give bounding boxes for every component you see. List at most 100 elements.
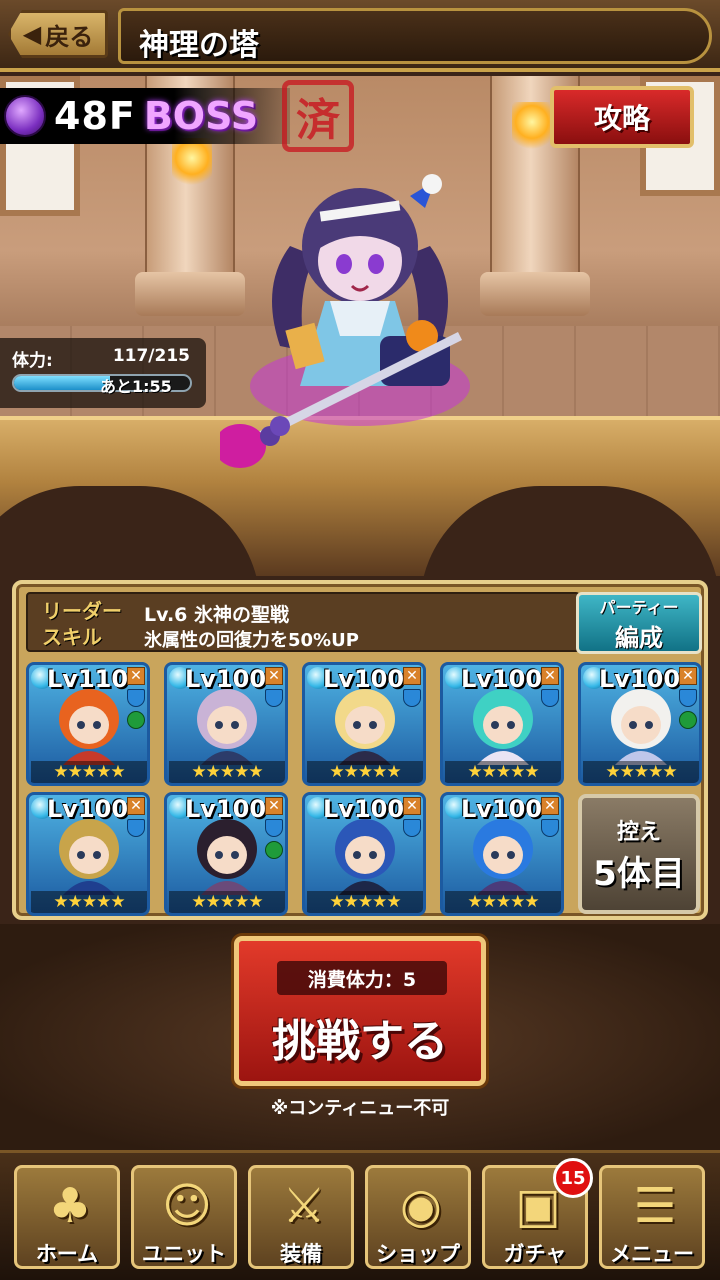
- unit-level: Lv100: [185, 795, 267, 823]
- party-edit-label-line1: パーティー: [599, 597, 679, 617]
- back-button[interactable]: ◀ 戻る: [8, 10, 108, 58]
- cleared-stamp: 済: [282, 80, 354, 152]
- leader-label-line2: スキル: [42, 625, 102, 649]
- boss-label: BOSS: [143, 94, 259, 138]
- nav-label: 装備: [280, 1242, 322, 1266]
- page-title: 神理の塔: [139, 28, 259, 63]
- leader-label-line1: リーダー: [42, 599, 122, 623]
- cross-mark-icon: ✕: [541, 667, 559, 685]
- nav-unit-button[interactable]: ☺ ユニット: [131, 1165, 237, 1269]
- unit-portrait: [59, 689, 119, 765]
- shield-icon: [541, 689, 559, 707]
- cross-mark-icon: ✕: [403, 667, 421, 685]
- gacha-notification-badge: 15: [553, 1158, 593, 1198]
- growth-icon: [679, 711, 697, 729]
- unit-level: Lv100: [323, 665, 405, 693]
- shield-icon: [127, 689, 145, 707]
- nav-menu-button[interactable]: ☰ メニュー: [599, 1165, 705, 1269]
- rarity-stars: ★★★★★: [307, 761, 423, 783]
- stamina-label: 体力:: [12, 351, 53, 371]
- unit-card[interactable]: Lv100 ✕ ★★★★★: [26, 792, 150, 916]
- unit-level: Lv100: [461, 795, 543, 823]
- unit-level: Lv110: [47, 665, 129, 693]
- header-bar: ◀ 戻る 神理の塔: [0, 0, 720, 72]
- leader-skill-label: リーダー スキル: [42, 598, 122, 650]
- cross-mark-icon: ✕: [403, 797, 421, 815]
- torch-right-icon: [512, 102, 552, 152]
- nav-equipment-button[interactable]: ⚔ 装備: [248, 1165, 354, 1269]
- shield-icon: [541, 819, 559, 837]
- rarity-stars: ★★★★★: [445, 761, 561, 783]
- nav-gacha-button[interactable]: ▣ ガチャ 15: [482, 1158, 593, 1269]
- unit-card[interactable]: Lv100 ✕ ★★★★★: [164, 792, 288, 916]
- cross-mark-icon: ✕: [127, 667, 145, 685]
- rarity-stars: ★★★★★: [31, 761, 147, 783]
- menu-icon: ☰: [633, 1178, 677, 1234]
- cross-mark-icon: ✕: [541, 797, 559, 815]
- rarity-stars: ★★★★★: [307, 891, 423, 913]
- torch-left-icon: [172, 138, 212, 188]
- nav-label: ホーム: [35, 1242, 99, 1266]
- unit-icon: ☺: [161, 1178, 213, 1234]
- cross-mark-icon: ✕: [679, 667, 697, 685]
- unit-level: Lv100: [323, 795, 405, 823]
- challenge-button[interactable]: 消費体力：5 挑戦する: [234, 936, 486, 1086]
- shield-icon: [403, 689, 421, 707]
- boss-scene: 48F BOSS 済 攻略 体力: 117/215 あと1:55: [0, 76, 720, 576]
- dark-element-orb-icon: [4, 95, 46, 137]
- growth-icon: [127, 711, 145, 729]
- bottom-nav: ♣ ホーム ☺ ユニット ⚔ 装備 ◉ ショップ ▣ ガチャ 15 ☰ メニュー: [0, 1150, 720, 1280]
- boss-character[interactable]: [220, 136, 500, 486]
- shield-icon: [265, 689, 283, 707]
- equipment-icon: ⚔: [282, 1178, 326, 1234]
- unit-level: Lv100: [185, 665, 267, 693]
- nav-home-button[interactable]: ♣ ホーム: [14, 1165, 120, 1269]
- unit-portrait: [335, 689, 395, 765]
- back-button-label: 戻る: [45, 22, 94, 51]
- reserve-label-line1: 控え: [616, 819, 661, 845]
- challenge-button-label: 挑戦する: [272, 1016, 448, 1067]
- party-edit-label-line2: 編成: [615, 623, 663, 652]
- shield-icon: [265, 819, 283, 837]
- stamina-bar-fill: [14, 376, 110, 390]
- unit-portrait: [611, 689, 671, 765]
- no-continue-note: ※コンティニュー不可: [270, 1098, 450, 1119]
- unit-portrait: [473, 819, 533, 895]
- unit-card[interactable]: Lv100 ✕ ★★★★★: [578, 662, 702, 786]
- home-icon: ♣: [48, 1178, 92, 1234]
- reserve-slot-button[interactable]: 控え 5体目: [578, 794, 700, 914]
- rarity-stars: ★★★★★: [583, 761, 699, 783]
- stamina-panel: 体力: 117/215 あと1:55: [0, 338, 206, 408]
- rarity-stars: ★★★★★: [169, 891, 285, 913]
- shop-icon: ◉: [400, 1178, 442, 1234]
- rarity-stars: ★★★★★: [169, 761, 285, 783]
- strategy-button[interactable]: 攻略: [550, 86, 694, 148]
- nav-label: ショップ: [376, 1242, 460, 1266]
- unit-card[interactable]: Lv100 ✕ ★★★★★: [440, 662, 564, 786]
- unit-card[interactable]: Lv100 ✕ ★★★★★: [302, 662, 426, 786]
- unit-level: Lv100: [47, 795, 129, 823]
- rarity-stars: ★★★★★: [31, 891, 147, 913]
- party-panel: リーダー スキル Lv.6 氷神の聖戦 氷属性の回復力を50%UP パーティー …: [12, 580, 708, 920]
- unit-portrait: [197, 819, 257, 895]
- unit-card[interactable]: Lv100 ✕ ★★★★★: [440, 792, 564, 916]
- unit-card[interactable]: Lv100 ✕ ★★★★★: [302, 792, 426, 916]
- shield-icon: [403, 819, 421, 837]
- floor-number: 48F: [54, 94, 136, 138]
- unit-portrait: [335, 819, 395, 895]
- nav-shop-button[interactable]: ◉ ショップ: [365, 1165, 471, 1269]
- party-edit-button[interactable]: パーティー 編成: [576, 592, 702, 654]
- reserve-label-line2: 5体目: [593, 853, 685, 894]
- unit-card[interactable]: Lv100 ✕ ★★★★★: [164, 662, 288, 786]
- leader-skill-description: 氷属性の回復力を50%UP: [144, 630, 359, 651]
- growth-icon: [265, 841, 283, 859]
- unit-card[interactable]: Lv110 ✕ ★★★★★: [26, 662, 150, 786]
- title-bar: 神理の塔: [118, 8, 712, 64]
- shield-icon: [127, 819, 145, 837]
- cross-mark-icon: ✕: [127, 797, 145, 815]
- stamina-recovery-timer: あと1:55: [100, 377, 172, 396]
- nav-label: メニュー: [610, 1242, 694, 1266]
- cross-mark-icon: ✕: [265, 667, 283, 685]
- floor-badge: 48F BOSS: [0, 88, 290, 144]
- unit-level: Lv100: [461, 665, 543, 693]
